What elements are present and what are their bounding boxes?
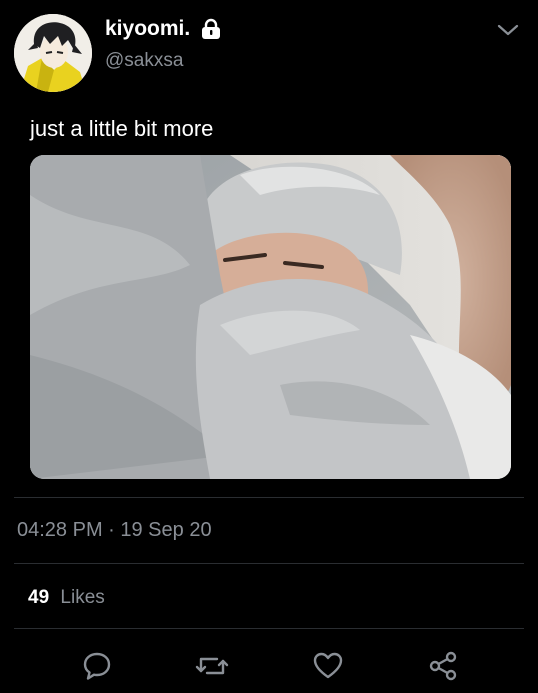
display-name[interactable]: kiyoomi. bbox=[105, 17, 222, 41]
likes-label: Likes bbox=[60, 587, 105, 608]
lock-icon bbox=[200, 18, 222, 40]
tweet-timestamp[interactable]: 04:28 PM · 19 Sep 20 bbox=[17, 519, 212, 542]
likes-count: 49 bbox=[28, 587, 50, 608]
tweet-text: just a little bit more bbox=[30, 116, 214, 141]
divider bbox=[14, 628, 524, 629]
chevron-down-icon[interactable] bbox=[496, 22, 520, 38]
avatar[interactable] bbox=[14, 14, 92, 92]
likes-stat[interactable]: 49 Likes bbox=[28, 587, 105, 609]
heart-icon[interactable] bbox=[312, 650, 344, 682]
user-handle[interactable]: @sakxsa bbox=[105, 50, 183, 72]
tweet-photo[interactable] bbox=[30, 155, 511, 479]
divider bbox=[14, 563, 524, 564]
reply-icon[interactable] bbox=[81, 650, 113, 682]
share-icon[interactable] bbox=[427, 650, 459, 682]
divider bbox=[14, 497, 524, 498]
display-name-text[interactable]: kiyoomi. bbox=[105, 17, 190, 41]
retweet-icon[interactable] bbox=[195, 650, 229, 682]
